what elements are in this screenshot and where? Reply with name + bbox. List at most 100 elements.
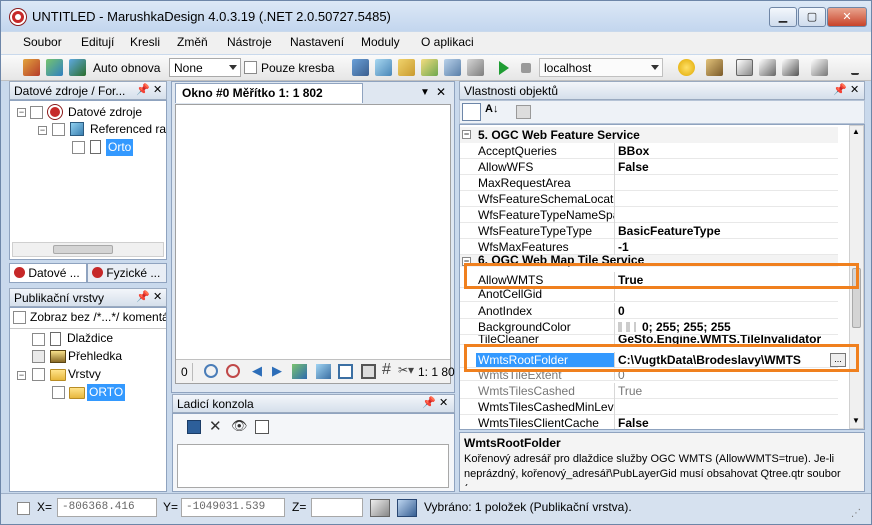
server-combo[interactable]: localhost (539, 58, 663, 77)
menu-soubor[interactable]: Soubor (23, 35, 62, 49)
datasource-root-checkbox[interactable] (30, 106, 43, 119)
play-icon[interactable] (499, 61, 509, 75)
tools-icon[interactable]: ✂▾ (398, 363, 414, 377)
chevron-down-icon[interactable]: ▼ (420, 87, 430, 98)
property-row[interactable]: WfsFeatureTypeType BasicFeatureType (460, 223, 838, 239)
property-pages-icon[interactable] (516, 105, 531, 119)
window-icon[interactable] (361, 364, 376, 379)
pin-icon[interactable]: 📌 (422, 396, 436, 409)
datasource-leaf-label[interactable]: Orto (106, 139, 134, 156)
orto-label[interactable]: ORTO (87, 384, 126, 401)
property-row[interactable]: WmtsTilesCashed True (460, 383, 838, 399)
maximize-button[interactable]: ▢ (798, 7, 826, 27)
refresh-icon[interactable] (292, 364, 307, 379)
ruler-icon[interactable] (370, 499, 390, 517)
window-icon[interactable] (444, 59, 461, 76)
pin-icon[interactable]: 📌 (833, 83, 847, 96)
property-row[interactable]: AnotCellGid (460, 289, 838, 302)
mode-combo[interactable]: None (169, 58, 241, 77)
property-value[interactable]: 0 (618, 371, 836, 380)
menu-zmen[interactable]: Změň (177, 35, 208, 49)
close-icon[interactable]: ✕ (153, 290, 162, 303)
property-value[interactable]: False (618, 160, 836, 174)
pin-icon[interactable]: 📌 (136, 83, 150, 96)
eye-icon[interactable]: 👁 (231, 418, 248, 434)
overview-label[interactable]: Přehledka (68, 348, 122, 365)
property-row[interactable]: WmtsTilesCashedMinLevel (460, 399, 838, 415)
chevron-up-icon[interactable]: ▲ (852, 127, 860, 136)
property-value[interactable]: 0 (618, 304, 836, 318)
show-without-comment-checkbox[interactable] (13, 311, 26, 324)
menu-edituj[interactable]: Editují (81, 35, 114, 49)
refresh-map-icon[interactable] (46, 59, 63, 76)
layers-icon[interactable] (421, 59, 438, 76)
toolbar-overflow-icon[interactable] (851, 67, 859, 75)
datasource-leaf-checkbox[interactable] (72, 141, 85, 154)
debug-output[interactable] (177, 444, 449, 488)
tab-physical[interactable]: Fyzické ... (87, 263, 167, 283)
tree-icon[interactable] (398, 59, 415, 76)
property-value[interactable]: BasicFeatureType (618, 224, 836, 238)
only-drawing-checkbox[interactable] (244, 61, 257, 74)
menu-moduly[interactable]: Moduly (361, 35, 400, 49)
datasource-child-checkbox[interactable] (52, 123, 65, 136)
property-value[interactable]: BBox (618, 144, 836, 158)
property-row[interactable]: WfsFeatureTypeNameSpace (460, 207, 838, 223)
copy-icon[interactable] (352, 59, 369, 76)
tiles-label[interactable]: Dlaždice (67, 330, 113, 347)
measure-icon[interactable] (782, 59, 799, 76)
property-value[interactable]: True (618, 384, 836, 398)
property-row[interactable]: WfsMaxFeatures -1 (460, 239, 838, 255)
export-icon[interactable] (736, 59, 753, 76)
home-icon[interactable] (759, 59, 776, 76)
wrap-icon[interactable] (255, 420, 269, 434)
close-icon[interactable]: ✕ (850, 83, 859, 96)
map-tab[interactable]: Okno #0 Měřítko 1: 1 802 (175, 83, 363, 103)
datasources-hscrollbar[interactable] (12, 242, 164, 257)
layers-label[interactable]: Vrstvy (68, 366, 101, 383)
binoculars-icon[interactable] (397, 499, 417, 517)
collapse-icon[interactable]: − (38, 126, 47, 135)
close-icon[interactable]: ✕ (436, 85, 446, 99)
stop-icon[interactable] (521, 63, 531, 73)
menu-nastaveni[interactable]: Nastavení (290, 35, 344, 49)
sort-az-icon[interactable]: A↓ (485, 103, 498, 115)
map-canvas[interactable]: 0 ◀ ▶ # ✂▾ 1: 1 80 (175, 104, 455, 384)
property-row[interactable]: MaxRequestArea (460, 175, 838, 191)
property-value[interactable]: -1 (618, 240, 836, 254)
smiley-icon[interactable] (678, 59, 695, 76)
property-row[interactable]: AnotIndex 0 (460, 303, 838, 319)
property-row[interactable]: WfsFeatureSchemaLocation (460, 191, 838, 207)
tab-datasources[interactable]: Datové ... (9, 263, 87, 283)
menu-nastroje[interactable]: Nástroje (227, 35, 272, 49)
auto-refresh-label[interactable]: Auto obnova (93, 61, 160, 75)
stack-icon[interactable] (467, 59, 484, 76)
categorized-icon[interactable] (462, 103, 481, 121)
collapse-icon[interactable]: − (462, 130, 471, 139)
back-icon[interactable]: ◀ (252, 363, 262, 379)
zoom-in-icon[interactable] (204, 364, 218, 378)
auto-refresh-icon[interactable] (69, 59, 86, 76)
close-icon[interactable]: ✕ (439, 396, 448, 409)
overview-checkbox[interactable] (32, 350, 45, 363)
datasource-child-label[interactable]: Referenced ras (90, 121, 166, 138)
frame-icon[interactable] (338, 364, 353, 379)
menu-o-aplikaci[interactable]: O aplikaci (421, 35, 474, 49)
tools-icon[interactable] (706, 59, 723, 76)
property-row[interactable]: WmtsTileExtent 0 (460, 371, 838, 381)
collapse-icon[interactable]: − (17, 371, 26, 380)
forward-icon[interactable]: ▶ (272, 363, 282, 379)
collapse-icon[interactable]: − (17, 108, 26, 117)
properties-icon[interactable] (375, 59, 392, 76)
status-checkbox[interactable] (17, 502, 30, 515)
image-icon[interactable] (316, 364, 331, 379)
close-button[interactable]: ✕ (827, 7, 867, 27)
chevron-down-icon[interactable]: ▼ (852, 416, 860, 425)
layers-checkbox[interactable] (32, 368, 45, 381)
select-icon[interactable] (811, 59, 828, 76)
zoom-out-icon[interactable] (226, 364, 240, 378)
category-wfs[interactable]: − 5. OGC Web Feature Service (460, 127, 838, 143)
pencil-icon[interactable] (23, 59, 40, 76)
datasource-root-label[interactable]: Datové zdroje (68, 104, 142, 121)
property-row[interactable]: WmtsTilesClientCache False (460, 415, 838, 429)
